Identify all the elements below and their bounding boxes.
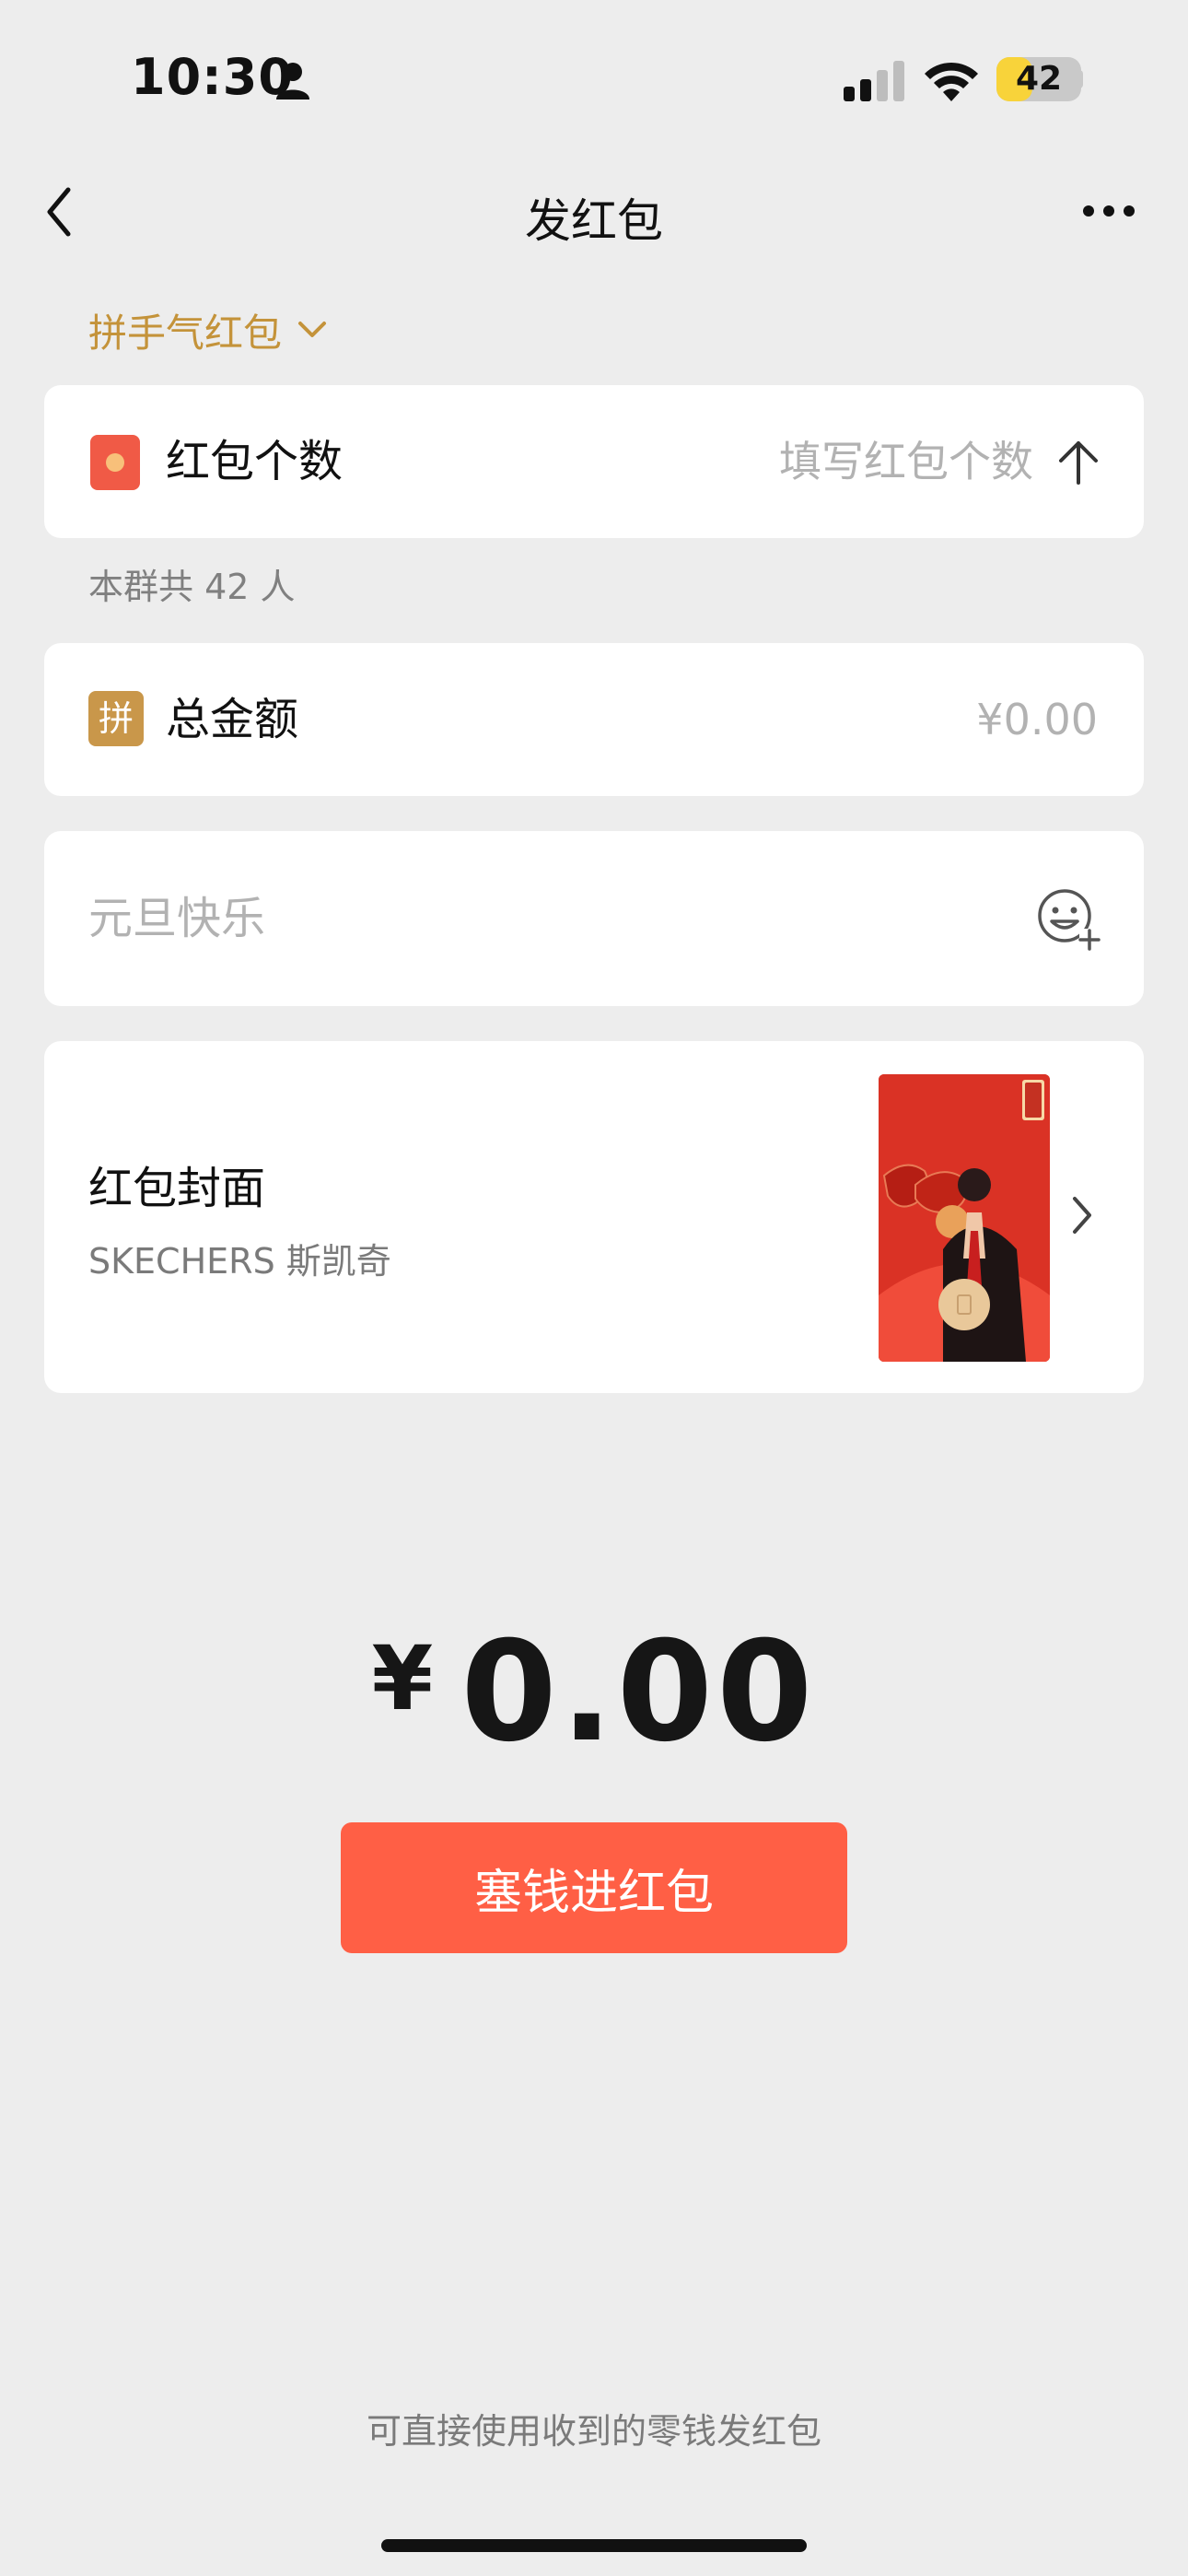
footer-hint: 可直接使用收到的零钱发红包 (366, 2411, 821, 2452)
submit-button[interactable]: 塞钱进红包 (341, 1822, 847, 1953)
pin-badge-icon: 拼 (88, 691, 144, 746)
up-arrow-icon (1059, 441, 1098, 485)
amount-label: 总金额 (166, 694, 299, 745)
redpack-icon (90, 435, 140, 490)
cover-label: 红包封面 (88, 1163, 266, 1214)
count-field[interactable]: 红包个数 填写红包个数 (44, 385, 1144, 538)
battery-percent: 42 (1015, 60, 1063, 98)
home-indicator[interactable] (381, 2539, 807, 2552)
page-title: 发红包 (525, 194, 663, 248)
greeting-field[interactable]: 元旦快乐 (44, 831, 1144, 1006)
more-icon[interactable] (1081, 197, 1136, 225)
packet-type-selector[interactable]: 拼手气红包 (88, 302, 328, 357)
total-amount: ¥0.00 (0, 1612, 1188, 1773)
cover-thumbnail (879, 1074, 1050, 1362)
group-member-hint: 本群共 42 人 (88, 567, 296, 607)
count-input[interactable]: 填写红包个数 (779, 433, 1033, 490)
nav-bar: 发红包 (0, 166, 1188, 258)
battery-tip (1076, 70, 1083, 88)
total-value: 0.00 (460, 1612, 817, 1773)
chevron-down-icon (298, 322, 327, 337)
cover-selector[interactable]: 红包封面 SKECHERS 斯凯奇 (44, 1041, 1144, 1393)
battery-icon: 42 (996, 57, 1081, 101)
amount-input[interactable]: ¥0.00 (976, 691, 1098, 748)
currency-symbol: ¥ (371, 1627, 437, 1730)
status-bar: 10:30 42 (0, 0, 1188, 147)
chevron-right-icon (1073, 1197, 1091, 1234)
emoji-add-icon[interactable] (1035, 886, 1101, 953)
packet-type-label: 拼手气红包 (88, 310, 283, 356)
status-time: 10:30 (131, 48, 294, 106)
cover-artwork (879, 1074, 1050, 1362)
count-label: 红包个数 (166, 436, 344, 487)
greeting-input[interactable]: 元旦快乐 (88, 890, 265, 947)
cover-brand: SKECHERS 斯凯奇 (88, 1241, 391, 1282)
signal-icon (844, 61, 904, 101)
amount-field[interactable]: 拼 总金额 ¥0.00 (44, 643, 1144, 796)
wifi-icon (925, 62, 978, 101)
person-icon (276, 63, 309, 100)
